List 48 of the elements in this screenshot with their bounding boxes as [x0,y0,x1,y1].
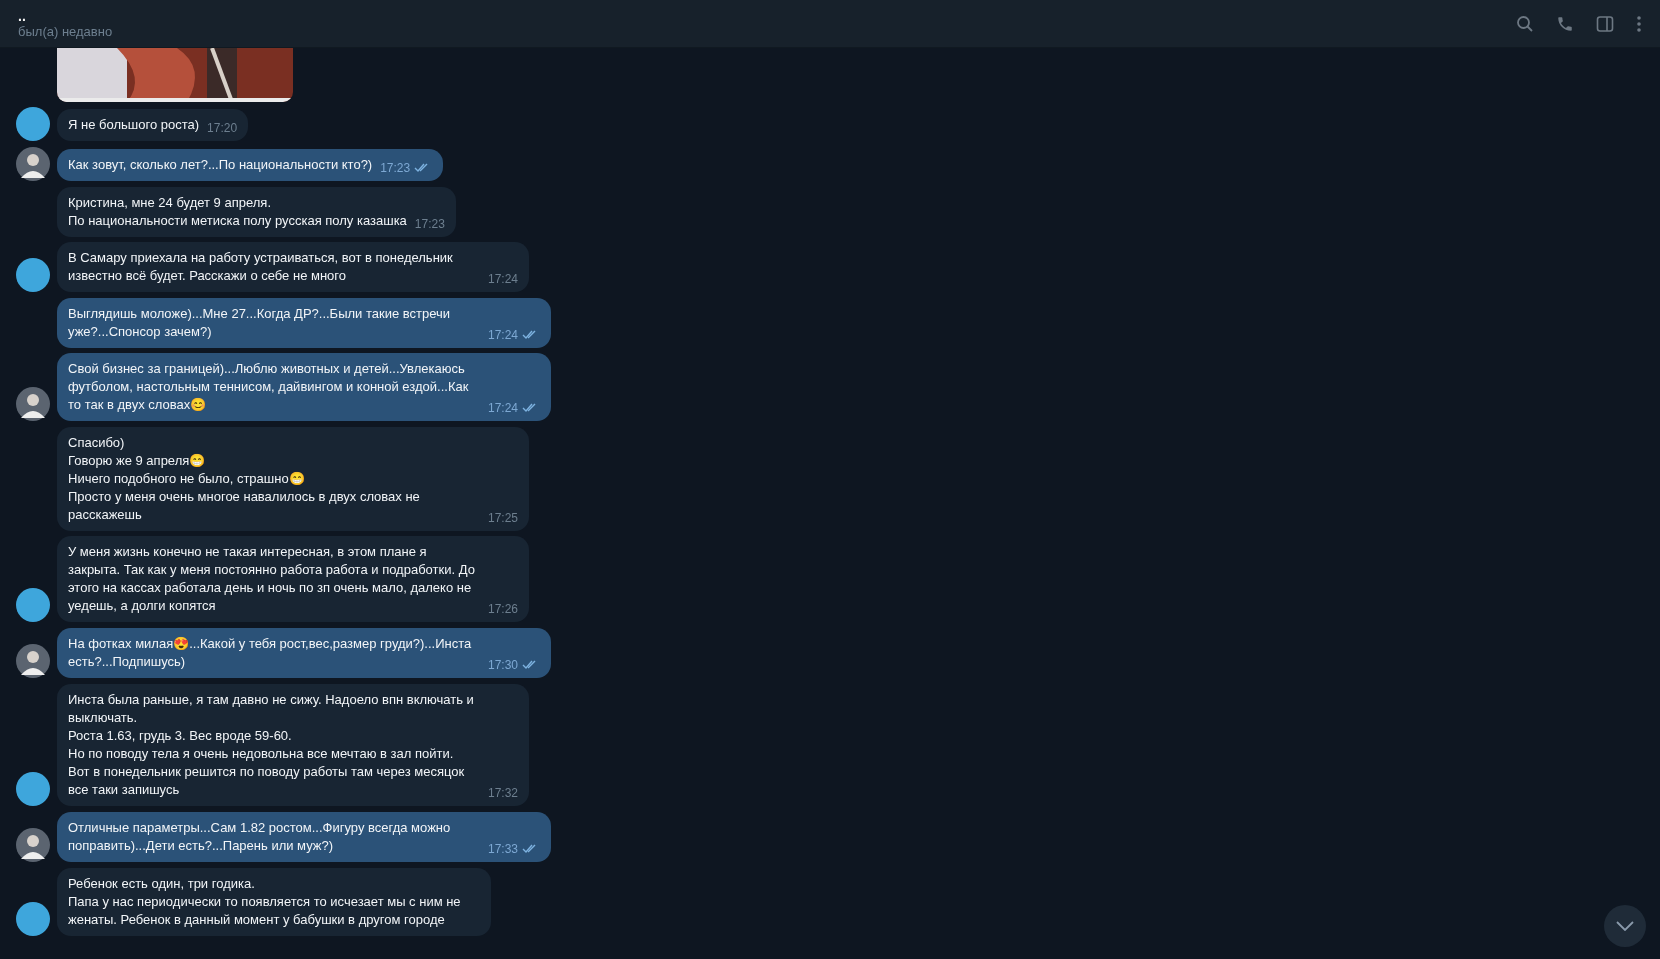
contact-avatar[interactable] [16,258,50,292]
message-text: По национальности метиска полу русская полу казашка [68,212,407,230]
message-text: Как зовут, сколько лет?...По национальности кто?) [68,156,373,174]
chevron-down-icon [1616,921,1634,931]
chat-title[interactable]: .. [18,7,113,24]
message-time: 17:20 [207,120,238,137]
search-icon[interactable] [1516,14,1534,33]
message-time: 17:33 [488,841,519,858]
message-text: Отличные параметры...Сам 1.82 ростом...Фигуру всегда можно поправить)...Дети есть?...Парень или муж?) [68,819,452,855]
message-time: 17:24 [488,327,519,344]
message-text: Ничего подобного не было, страшно😁 [68,470,306,488]
message-text: Говорю же 9 апреля😁 [68,452,207,470]
message-text: В Самару приехала на работу устраиваться, вот в понедельник известно всё будет. Расскажи о себе не много [68,249,454,285]
contact-avatar[interactable] [16,902,50,936]
sidebar-toggle-icon[interactable] [1596,14,1614,33]
message-text: У меня жизнь конечно не такая интересная, в этом плане я закрыта. Так как у меня постоянно работа работа и подработки. До этого на кассах работала день и ночь по зп очень мало, далеко не уедешь, а долги копятся [68,543,476,615]
message-time: 17:25 [488,510,519,527]
message-time: 17:24 [488,400,519,417]
contact-avatar[interactable] [16,772,50,806]
message-text: Свой бизнес за границей)...Люблю животных и детей...Увлекаюсь футболом, настольным теннисом, дайвингом и конной ездой...Как то так в двух словах😊 [68,360,470,414]
contact-avatar[interactable] [16,107,50,141]
message-text: Вот в понедельник решится по поводу работы там через месяцок все таки запишусь [68,763,466,799]
message-time: 17:24 [488,271,519,288]
message-text: Инста была раньше, я там давно не сижу. Надоело впн включать и выключать. [68,691,475,727]
message-time: 17:30 [488,657,519,674]
message-text: Но по поводу тела я очень недовольна все мечтаю в зал пойти. [68,745,455,763]
message-time: 17:32 [488,785,519,802]
message-text: Я не большого роста) [68,116,200,134]
user-avatar[interactable] [16,387,50,421]
message-text: Роста 1.63, грудь 3. Вес вроде 59-60. [68,727,293,745]
message-time: 17:23 [380,160,411,177]
message-text: Папа у нас периодически то появляется то исчезает мы с ним не женаты. Ребенок в данный момент у бабушки в другом городе [68,893,462,929]
message-time: 17:26 [488,601,519,618]
phone-icon[interactable] [1556,14,1574,33]
message-time: 17:23 [414,216,445,233]
scroll-down-button[interactable] [1604,905,1646,947]
message-text: Кристина, мне 24 будет 9 апреля. [68,194,272,212]
message-text: Ребенок есть один, три годика. [68,875,256,893]
user-avatar[interactable] [16,644,50,678]
message-text: На фотках милая😍...Какой у тебя рост,вес,размер груди?)...Инста есть?...Подпишусь) [68,635,473,671]
user-avatar[interactable] [16,828,50,862]
chat-status: был(а) недавно [18,23,113,40]
message-text: Выглядишь моложе)...Мне 27...Когда ДР?...Были такие встречи уже?...Спонсор зачем?) [68,305,452,341]
contact-avatar[interactable] [16,588,50,622]
message-text: Просто у меня очень многое навалилось в двух словах не расскажешь [68,488,421,524]
user-avatar[interactable] [16,147,50,181]
more-icon[interactable] [1636,14,1642,33]
message-text: Спасибо) [68,434,126,452]
